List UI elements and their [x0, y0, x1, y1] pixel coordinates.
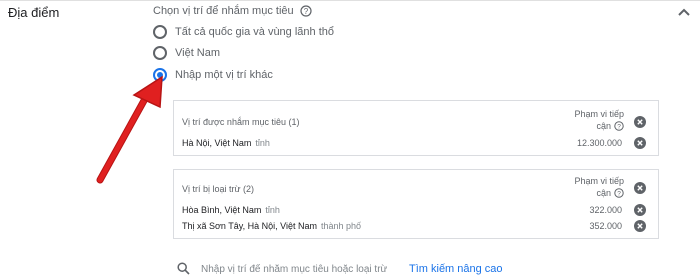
radio-button[interactable] — [153, 46, 167, 60]
location-name: Hòa Bình, Việt Nam — [182, 205, 262, 215]
radio-label: Việt Nam — [175, 47, 221, 59]
svg-text:?: ? — [303, 7, 308, 16]
svg-text:?: ? — [617, 190, 621, 197]
instruction-text: Chọn vị trí để nhắm mục tiêu — [153, 5, 294, 17]
remove-all-icon[interactable] — [634, 182, 646, 194]
excluded-location-row: Thị xã Sơn Tây, Hà Nội, Việt Nam thành p… — [182, 219, 648, 233]
excluded-header: Vị trí bị loại trừ (2) — [182, 184, 255, 194]
reach-header-line1: Phạm vi tiếp — [574, 176, 624, 186]
annotation-arrow-icon — [96, 75, 163, 184]
location-type: thành phố — [320, 221, 361, 231]
location-search-input[interactable] — [201, 261, 391, 277]
radio-option-vietnam[interactable]: Việt Nam — [153, 46, 220, 60]
remove-icon[interactable] — [634, 220, 646, 232]
location-type: tỉnh — [255, 138, 270, 148]
remove-icon[interactable] — [634, 204, 646, 216]
reach-header-line1: Phạm vi tiếp — [574, 109, 624, 119]
radio-option-all-countries[interactable]: Tất cả quốc gia và vùng lãnh thổ — [153, 25, 334, 39]
excluded-location-row: Hòa Bình, Việt Nam tỉnh 322.000 — [182, 203, 648, 217]
reach-header: Phạm vi tiếp cận? — [574, 175, 624, 199]
location-type: tỉnh — [265, 205, 280, 215]
excluded-locations-card: Vị trí bị loại trừ (2) Phạm vi tiếp cận?… — [173, 169, 659, 239]
chevron-up-icon[interactable] — [678, 8, 690, 16]
targeted-locations-card: Vị trí được nhắm mục tiêu (1) Phạm vi ti… — [173, 100, 659, 156]
reach-header-line2-wrap: cận? — [574, 120, 624, 132]
reach-header-line2: cận — [596, 188, 611, 198]
reach-header-line2-wrap: cận? — [574, 187, 624, 199]
location-name: Thị xã Sơn Tây, Hà Nội, Việt Nam — [182, 221, 317, 231]
location-name: Hà Nội, Việt Nam — [182, 138, 252, 148]
help-icon[interactable]: ? — [300, 5, 312, 17]
remove-icon[interactable] — [634, 137, 646, 149]
targeting-instruction: Chọn vị trí để nhắm mục tiêu ? — [153, 5, 312, 17]
remove-all-icon[interactable] — [634, 116, 646, 128]
radio-button[interactable] — [153, 25, 167, 39]
location-reach: 12.300.000 — [576, 138, 622, 148]
radio-label: Tất cả quốc gia và vùng lãnh thổ — [175, 26, 334, 38]
location-reach: 322.000 — [589, 205, 622, 215]
reach-header: Phạm vi tiếp cận? — [574, 108, 624, 132]
location-reach: 352.000 — [589, 221, 622, 231]
radio-option-other-location[interactable]: Nhập một vị trí khác — [153, 68, 273, 82]
top-divider — [0, 0, 700, 1]
help-icon[interactable]: ? — [614, 121, 624, 131]
search-icon — [177, 262, 190, 275]
radio-label: Nhập một vị trí khác — [175, 69, 273, 81]
section-label: Địa điểm — [8, 5, 60, 20]
advanced-search-link[interactable]: Tìm kiếm nâng cao — [409, 263, 503, 275]
targeted-header: Vị trí được nhắm mục tiêu (1) — [182, 117, 300, 127]
reach-header-line2: cận — [596, 121, 611, 131]
svg-text:?: ? — [617, 123, 621, 130]
targeted-location-row: Hà Nội, Việt Nam tỉnh 12.300.000 — [182, 136, 648, 150]
help-icon[interactable]: ? — [614, 188, 624, 198]
